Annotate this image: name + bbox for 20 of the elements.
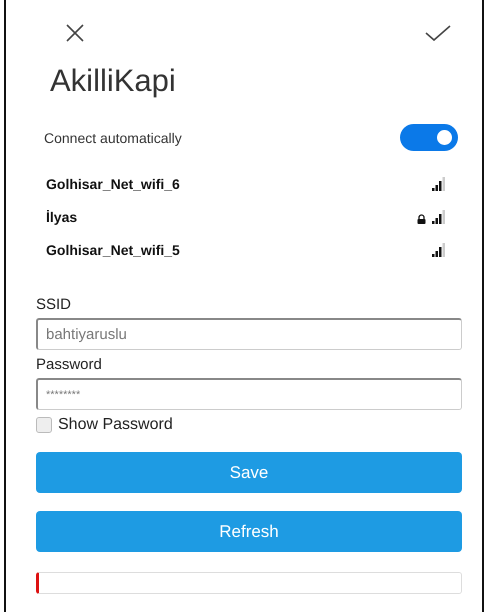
- signal-icon: [432, 210, 446, 224]
- save-button[interactable]: Save: [36, 452, 462, 493]
- signal-icon: [432, 242, 446, 256]
- checkmark-icon[interactable]: [424, 24, 452, 42]
- network-name[interactable]: Golhisar_Net_wifi_6: [46, 176, 180, 192]
- password-label: Password: [36, 356, 103, 373]
- lock-icon: [417, 214, 426, 224]
- close-icon[interactable]: [64, 22, 86, 44]
- ssid-field[interactable]: bahtiyaruslu: [36, 318, 462, 350]
- show-password-label: Show Password: [58, 416, 173, 434]
- refresh-button[interactable]: Refresh: [36, 511, 462, 552]
- show-password-checkbox[interactable]: [36, 417, 52, 433]
- app-title: AkilliKapi: [50, 63, 177, 99]
- auto-connect-label: Connect automatically: [44, 130, 182, 146]
- ssid-label: SSID: [36, 296, 72, 313]
- network-name[interactable]: Golhisar_Net_wifi_5: [46, 242, 180, 258]
- password-field[interactable]: ********: [36, 378, 462, 410]
- network-name[interactable]: İlyas: [46, 208, 78, 224]
- auto-connect-toggle[interactable]: [400, 124, 458, 151]
- signal-icon: [432, 176, 446, 190]
